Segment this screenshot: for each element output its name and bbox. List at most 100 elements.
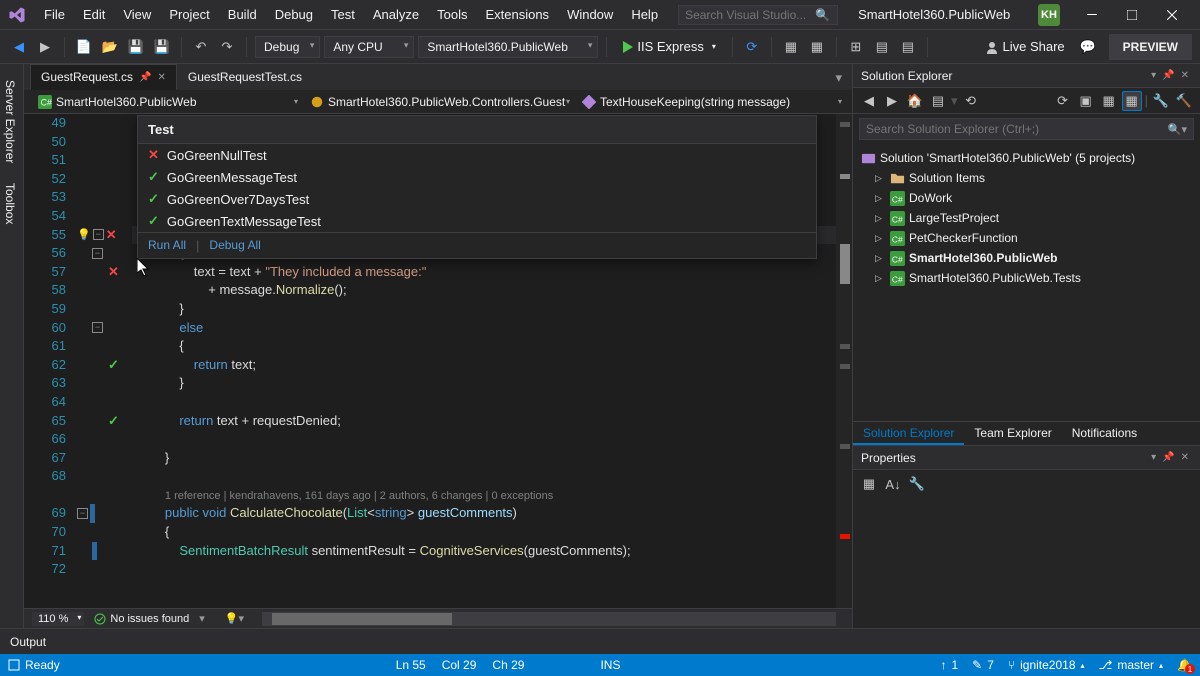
feedback-icon[interactable]: 💬 (1077, 36, 1099, 58)
collapse-icon[interactable]: ▣ (1076, 91, 1096, 111)
run-button[interactable]: IIS Express ▾ (615, 36, 723, 57)
open-file-icon[interactable]: 📂 (99, 36, 121, 58)
output-panel-header[interactable]: Output (0, 628, 1200, 654)
menu-file[interactable]: File (36, 3, 73, 26)
quick-search-input[interactable] (685, 8, 815, 22)
status-char[interactable]: Ch 29 (492, 658, 524, 672)
test-fail-icon[interactable]: ✕ (106, 227, 117, 243)
pin-icon[interactable]: 📌 (1159, 452, 1177, 463)
test-row-pass[interactable]: ✓ GoGreenOver7DaysTest (138, 188, 816, 210)
pending-changes-icon[interactable]: ⟲ (961, 91, 981, 111)
toolbox-tab[interactable]: Toolbox (0, 173, 23, 234)
expand-icon[interactable]: ▷ (875, 233, 886, 244)
menu-build[interactable]: Build (220, 3, 265, 26)
maximize-button[interactable] (1112, 0, 1152, 30)
zoom-dropdown[interactable]: 110 % (32, 612, 84, 626)
solution-root[interactable]: Solution 'SmartHotel360.PublicWeb' (5 pr… (853, 148, 1200, 168)
expand-icon[interactable]: ▷ (875, 273, 886, 284)
expand-icon[interactable]: ▷ (875, 173, 886, 184)
status-branch[interactable]: ⎇ master ▴ (1099, 658, 1164, 672)
pin-icon[interactable]: 📌 (1159, 70, 1177, 81)
home-icon[interactable]: 🏠 (905, 91, 925, 111)
doc-tab-guestrequest[interactable]: GuestRequest.cs 📌 ✕ (30, 64, 177, 90)
tab-team-explorer[interactable]: Team Explorer (964, 422, 1061, 445)
menu-test[interactable]: Test (323, 3, 363, 26)
tab-notifications[interactable]: Notifications (1062, 422, 1147, 445)
breadcrumb-class[interactable]: SmartHotel360.PublicWeb.Controllers.Gues… (304, 93, 572, 111)
codelens-info[interactable]: 1 reference | kendrahavens, 161 days ago… (165, 490, 553, 502)
tb-icon-1[interactable]: ▦ (780, 36, 802, 58)
properties-icon[interactable]: 🔧 (1151, 91, 1171, 111)
tab-overflow-icon[interactable]: ▾ (825, 66, 852, 90)
menu-project[interactable]: Project (161, 3, 217, 26)
run-all-link[interactable]: Run All (148, 238, 186, 253)
fold-collapse-icon[interactable]: − (92, 248, 103, 259)
tb-icon-4[interactable]: ▤ (871, 36, 893, 58)
pin-icon[interactable]: 📌 (139, 72, 151, 83)
code-editor[interactable]: Test ✕ GoGreenNullTest ✓ GoGreenMessageT… (24, 114, 852, 608)
scrollbar-thumb[interactable] (272, 613, 452, 625)
nav-forward-icon[interactable]: ▶ (34, 36, 56, 58)
status-publish[interactable]: ↑ 1 (940, 658, 958, 672)
config-dropdown[interactable]: Debug (255, 36, 320, 58)
expand-icon[interactable]: ▷ (875, 213, 886, 224)
status-notifications[interactable]: 🔔 1 (1177, 658, 1192, 672)
wrench-icon[interactable]: 🔨 (1174, 91, 1194, 111)
close-icon[interactable]: ✕ (1178, 452, 1192, 463)
expand-icon[interactable]: ▷ (875, 253, 886, 264)
show-all-icon[interactable]: ▦ (1099, 91, 1119, 111)
fold-collapse-icon[interactable]: − (93, 229, 104, 240)
menu-help[interactable]: Help (623, 3, 666, 26)
panel-dropdown-icon[interactable]: ▾ (1148, 70, 1159, 81)
issues-indicator[interactable]: No issues found (94, 613, 189, 625)
status-ins[interactable]: INS (600, 658, 620, 672)
menu-extensions[interactable]: Extensions (477, 3, 557, 26)
menu-window[interactable]: Window (559, 3, 621, 26)
test-row-fail[interactable]: ✕ GoGreenNullTest (138, 144, 816, 166)
tree-item[interactable]: ▷ C# SmartHotel360.PublicWeb.Tests (853, 268, 1200, 288)
tree-item[interactable]: ▷ Solution Items (853, 168, 1200, 188)
tab-solution-explorer[interactable]: Solution Explorer (853, 422, 964, 445)
panel-dropdown-icon[interactable]: ▾ (1148, 452, 1159, 463)
user-avatar[interactable]: KH (1038, 4, 1060, 26)
close-tab-icon[interactable]: ✕ (158, 72, 166, 83)
switch-views-icon[interactable]: ▤ (928, 91, 948, 111)
close-button[interactable] (1152, 0, 1192, 30)
status-col[interactable]: Col 29 (442, 658, 477, 672)
status-line[interactable]: Ln 55 (396, 658, 426, 672)
menu-debug[interactable]: Debug (267, 3, 321, 26)
redo-icon[interactable]: ↷ (216, 36, 238, 58)
test-fail-icon[interactable]: ✕ (108, 264, 119, 280)
tb-icon-3[interactable]: ⊞ (845, 36, 867, 58)
close-icon[interactable]: ✕ (1178, 70, 1192, 81)
categorized-icon[interactable]: ▦ (859, 474, 879, 494)
status-repo[interactable]: ⑂ ignite2018 ▴ (1008, 658, 1085, 672)
solution-search[interactable]: 🔍▾ (859, 118, 1194, 140)
back-icon[interactable]: ◀ (859, 91, 879, 111)
fold-collapse-icon[interactable]: − (77, 508, 88, 519)
nav-back-icon[interactable]: ◀ (8, 36, 30, 58)
undo-icon[interactable]: ↶ (190, 36, 212, 58)
status-changes[interactable]: ✎ 7 (972, 658, 994, 672)
server-explorer-tab[interactable]: Server Explorer (0, 70, 23, 173)
menu-edit[interactable]: Edit (75, 3, 113, 26)
menu-analyze[interactable]: Analyze (365, 3, 427, 26)
menu-view[interactable]: View (115, 3, 159, 26)
horizontal-scrollbar[interactable] (262, 612, 836, 626)
fold-collapse-icon[interactable]: − (92, 322, 103, 333)
breadcrumb-method[interactable]: TextHouseKeeping(string message) (576, 93, 844, 111)
tree-item[interactable]: ▷ C# LargeTestProject (853, 208, 1200, 228)
menu-tools[interactable]: Tools (429, 3, 475, 26)
platform-dropdown[interactable]: Any CPU (324, 36, 414, 58)
browser-refresh-icon[interactable]: ⟳ (741, 36, 763, 58)
preview-selected-icon[interactable]: ▦ (1122, 91, 1142, 111)
test-row-pass[interactable]: ✓ GoGreenTextMessageTest (138, 210, 816, 232)
quick-search[interactable]: 🔍 (678, 5, 838, 25)
forward-icon[interactable]: ▶ (882, 91, 902, 111)
alphabetical-icon[interactable]: A↓ (883, 474, 903, 494)
tb-icon-2[interactable]: ▦ (806, 36, 828, 58)
lightbulb-icon[interactable]: 💡 (77, 228, 91, 241)
new-project-icon[interactable]: 📄 (73, 36, 95, 58)
sync-icon[interactable]: ⟳ (1053, 91, 1073, 111)
lightbulb-icon[interactable]: 💡▾ (225, 612, 244, 625)
